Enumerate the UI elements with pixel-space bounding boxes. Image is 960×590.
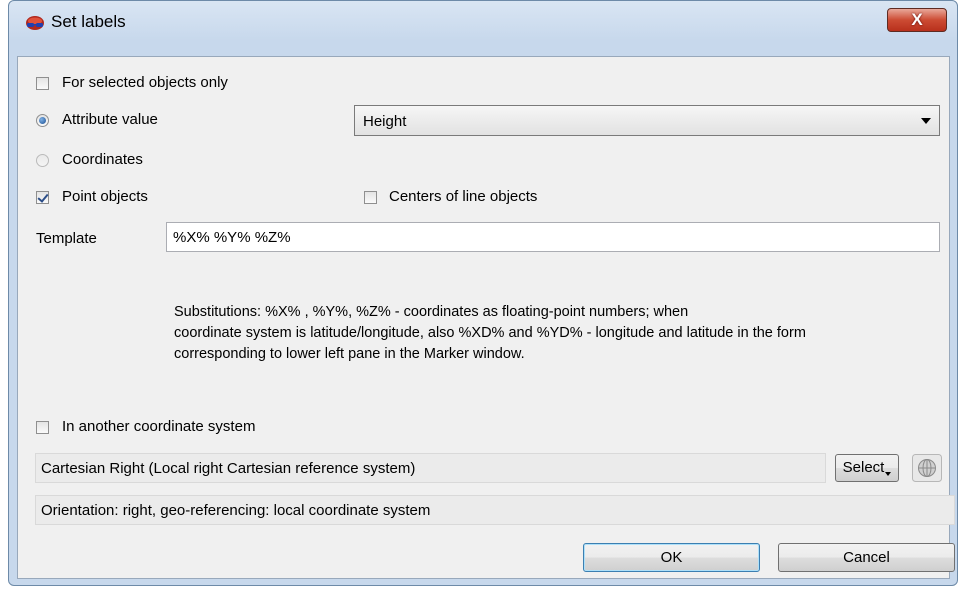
dialog-window: Set labels X For selected objects only A… bbox=[8, 0, 958, 586]
template-input-value: %X% %Y% %Z% bbox=[173, 229, 291, 246]
selected-only-checkbox[interactable] bbox=[36, 77, 49, 90]
cancel-button-label: Cancel bbox=[843, 549, 890, 566]
template-input[interactable]: %X% %Y% %Z% bbox=[166, 222, 940, 252]
template-label: Template bbox=[36, 230, 97, 247]
substitutions-line-3: corresponding to lower left pane in the … bbox=[174, 346, 525, 362]
close-icon: X bbox=[911, 10, 923, 29]
coordinates-label[interactable]: Coordinates bbox=[62, 151, 143, 168]
close-button[interactable]: X bbox=[887, 8, 947, 32]
title-bar[interactable]: Set labels X bbox=[9, 1, 957, 41]
ok-button-label: OK bbox=[660, 549, 683, 566]
select-button-label: Select bbox=[842, 459, 885, 476]
orientation-field: Orientation: right, geo-referencing: loc… bbox=[35, 495, 955, 525]
ok-button[interactable]: OK bbox=[583, 543, 760, 572]
centers-line-label[interactable]: Centers of line objects bbox=[389, 188, 537, 205]
app-icon bbox=[26, 16, 44, 30]
globe-icon[interactable] bbox=[912, 454, 942, 482]
substitutions-line-1: Substitutions: %X% , %Y%, %Z% - coordina… bbox=[174, 304, 689, 320]
point-objects-checkbox[interactable] bbox=[36, 191, 49, 204]
selected-only-label[interactable]: For selected objects only bbox=[62, 74, 228, 91]
dialog-body: For selected objects only Attribute valu… bbox=[17, 56, 955, 579]
chevron-down-icon bbox=[921, 118, 931, 124]
select-button[interactable]: Select bbox=[835, 454, 899, 482]
attribute-value-label[interactable]: Attribute value bbox=[62, 111, 158, 128]
cancel-button[interactable]: Cancel bbox=[778, 543, 955, 572]
coordinate-system-value: Cartesian Right (Local right Cartesian r… bbox=[41, 460, 416, 477]
attribute-value-radio[interactable] bbox=[36, 114, 49, 127]
dialog-title: Set labels bbox=[51, 12, 126, 31]
attribute-select[interactable]: Height bbox=[354, 105, 940, 136]
orientation-value: Orientation: right, geo-referencing: loc… bbox=[41, 502, 431, 519]
attribute-select-value: Height bbox=[363, 113, 407, 130]
point-objects-label[interactable]: Point objects bbox=[62, 188, 148, 205]
other-cs-checkbox[interactable] bbox=[36, 421, 49, 434]
substitutions-help: Substitutions: %X% , %Y%, %Z% - coordina… bbox=[174, 302, 944, 365]
dropdown-arrow-icon bbox=[885, 472, 892, 476]
substitutions-line-2: coordinate system is latitude/longitude,… bbox=[174, 325, 806, 341]
other-cs-label[interactable]: In another coordinate system bbox=[62, 418, 255, 435]
coordinates-radio[interactable] bbox=[36, 154, 49, 167]
centers-line-checkbox[interactable] bbox=[364, 191, 377, 204]
coordinate-system-field: Cartesian Right (Local right Cartesian r… bbox=[35, 453, 826, 483]
